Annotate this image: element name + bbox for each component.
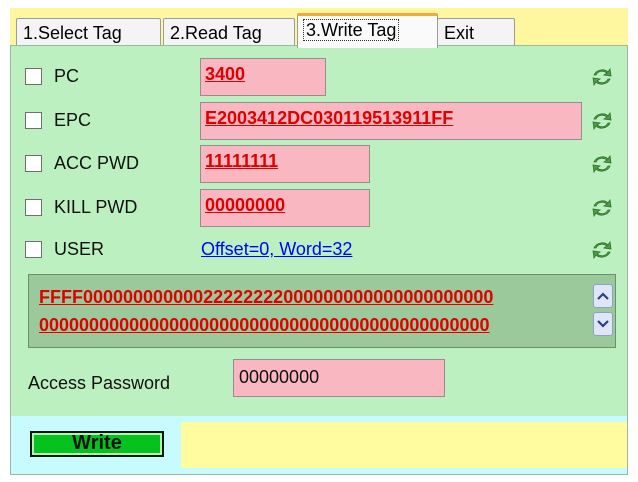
kill-pwd-checkbox[interactable] (25, 199, 42, 216)
write-tag-panel: PC 3400 EPC E2003412DC030119513911FF ACC… (10, 45, 628, 475)
tab-write-tag[interactable]: 3.Write Tag (297, 13, 438, 48)
write-button-label: Write (72, 432, 122, 454)
action-bar: Write (11, 416, 627, 474)
acc-pwd-value: 11111111 (205, 151, 279, 171)
user-checkbox[interactable] (25, 241, 42, 258)
acc-pwd-checkbox[interactable] (25, 155, 42, 172)
refresh-icon[interactable] (590, 66, 614, 88)
pc-checkbox[interactable] (25, 68, 42, 85)
access-password-field[interactable]: 00000000 (233, 359, 445, 397)
user-data-line: FFFF000000000000222222220000000000000000… (39, 287, 494, 307)
pc-row: PC 3400 (11, 57, 627, 97)
epc-field[interactable]: E2003412DC030119513911FF (200, 102, 582, 140)
pc-value: 3400 (205, 64, 246, 84)
pc-label: PC (54, 66, 80, 86)
scroll-up-button[interactable] (593, 284, 613, 308)
tab-label: 1.Select Tag (23, 23, 122, 43)
epc-row: EPC E2003412DC030119513911FF (11, 101, 627, 141)
pc-field[interactable]: 3400 (200, 58, 326, 96)
tab-exit[interactable]: Exit (437, 18, 515, 48)
tab-label: Exit (444, 23, 475, 43)
chevron-up-icon (597, 292, 609, 300)
user-data-box[interactable]: FFFF000000000000222222220000000000000000… (28, 274, 616, 348)
tab-label: 2.Read Tag (170, 23, 262, 43)
user-label: USER (54, 239, 105, 259)
epc-checkbox[interactable] (25, 112, 42, 129)
kill-pwd-field[interactable]: 00000000 (200, 189, 370, 227)
refresh-icon[interactable] (590, 197, 614, 219)
tab-label: 3.Write Tag (302, 19, 400, 41)
chevron-down-icon (597, 320, 609, 328)
refresh-icon[interactable] (590, 239, 614, 261)
tab-strip: 1.Select Tag 2.Read Tag 3.Write Tag Exit (10, 8, 628, 48)
kill-pwd-row: KILL PWD 00000000 (11, 188, 627, 228)
access-password-label: Access Password (28, 373, 171, 393)
user-data-text[interactable]: FFFF000000000000222222220000000000000000… (39, 283, 587, 339)
user-offset-link[interactable]: Offset=0, Word=32 (201, 239, 352, 260)
acc-pwd-label: ACC PWD (54, 153, 139, 173)
tab-select-tag[interactable]: 1.Select Tag (16, 18, 161, 48)
scroll-down-button[interactable] (593, 312, 613, 336)
refresh-icon[interactable] (590, 110, 614, 132)
epc-value: E2003412DC030119513911FF (205, 108, 454, 128)
user-row: USER Offset=0, Word=32 (11, 230, 627, 270)
acc-pwd-row: ACC PWD 11111111 (11, 144, 627, 184)
access-password-value: 00000000 (239, 367, 320, 387)
epc-label: EPC (54, 110, 92, 130)
kill-pwd-value: 00000000 (205, 195, 286, 215)
write-button[interactable]: Write (30, 431, 164, 457)
user-data-line: 0000000000000000000000000000000000000000… (39, 315, 490, 335)
kill-pwd-label: KILL PWD (54, 197, 138, 217)
acc-pwd-field[interactable]: 11111111 (200, 145, 370, 183)
refresh-icon[interactable] (590, 153, 614, 175)
tab-read-tag[interactable]: 2.Read Tag (163, 18, 295, 48)
status-area (181, 422, 627, 468)
